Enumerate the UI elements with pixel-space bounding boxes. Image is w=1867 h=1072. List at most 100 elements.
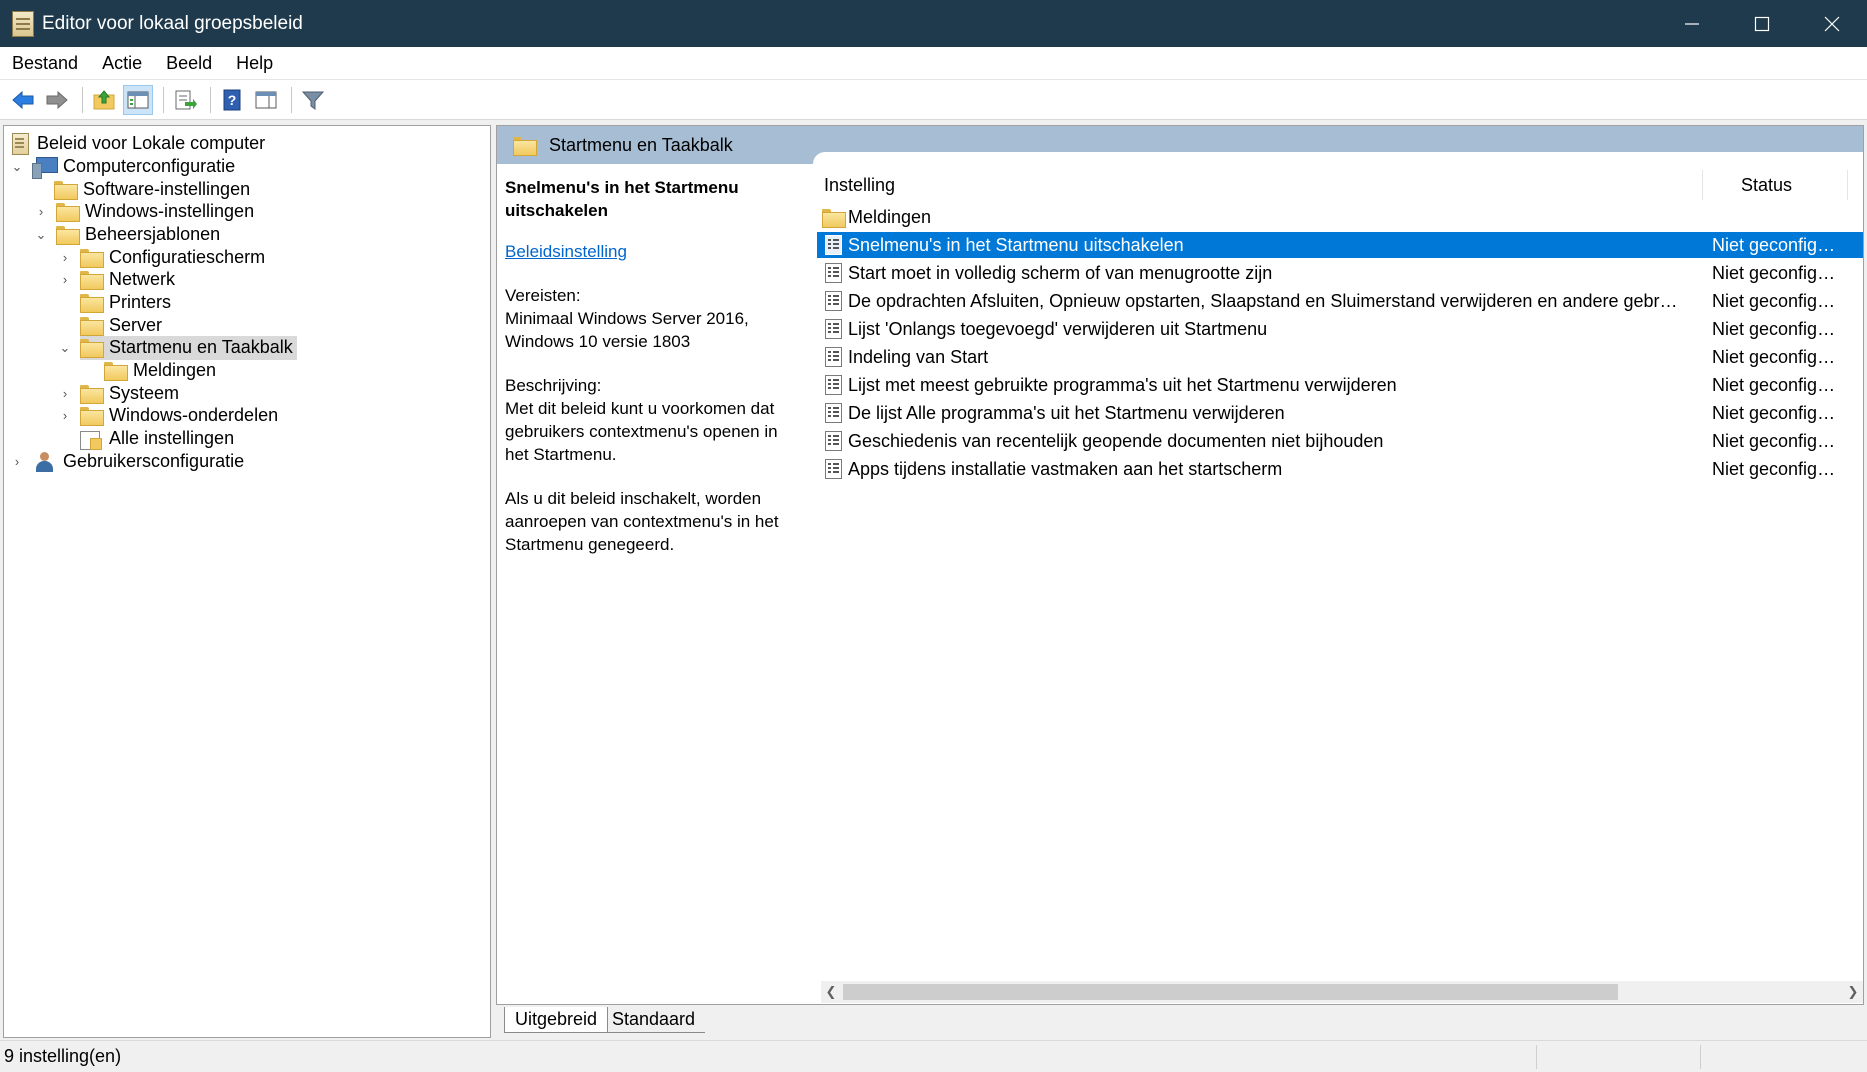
status-divider [1700,1045,1701,1069]
console-tree: Beleid voor Lokale computer ⌄ Computerco… [3,125,491,1038]
toolbar-separator [82,86,83,113]
policy-settings-link[interactable]: Beleidsinstelling [505,240,805,263]
list-item-setting[interactable]: Apps tijdens installatie vastmaken aan h… [817,456,1863,482]
column-divider[interactable] [1847,170,1848,200]
chevron-right-icon[interactable]: › [58,272,72,287]
description-text: Met dit beleid kunt u voorkomen dat gebr… [505,399,778,464]
help-button[interactable]: ? [217,85,247,115]
setting-icon [824,291,842,311]
menu-bestand[interactable]: Bestand [0,47,90,80]
tree-label: Beleid voor Lokale computer [37,133,266,153]
menu-actie[interactable]: Actie [90,47,154,80]
folder-icon [56,203,80,222]
folder-icon [104,362,128,381]
setting-icon [824,263,842,283]
forward-button[interactable] [42,85,72,115]
close-button[interactable] [1797,0,1867,47]
requirements-section: Vereisten: Minimaal Windows Server 2016,… [505,284,805,353]
toolbar-separator [163,86,164,113]
setting-icon [824,403,842,423]
tab-standaard[interactable]: Standaard [602,1007,706,1033]
tab-uitgebreid[interactable]: Uitgebreid [504,1007,609,1033]
user-icon [32,451,56,472]
folder-icon [80,407,104,426]
chevron-right-icon[interactable]: › [10,454,24,469]
column-header-setting[interactable]: Instelling [824,175,895,196]
scroll-right-arrow-icon[interactable]: ❯ [1843,981,1863,1003]
action-pane-icon [255,91,277,108]
chevron-right-icon[interactable]: › [58,408,72,423]
status-divider [1536,1045,1537,1069]
description-text-2: Als u dit beleid inschakelt, worden aanr… [505,489,779,554]
description-label: Beschrijving: [505,376,602,395]
requirements-text: Minimaal Windows Server 2016, Windows 10… [505,309,749,351]
scroll-left-arrow-icon[interactable]: ❮ [821,981,841,1003]
header-curve [813,152,1863,164]
folder-open-icon [56,226,80,245]
toolbar: ? [0,80,1867,120]
window-title: Editor voor lokaal groepsbeleid [42,12,303,34]
minimize-icon [1685,22,1699,25]
list-item-setting[interactable]: Geschiedenis van recentelijk geopende do… [817,428,1863,454]
policy-icon [10,132,30,155]
folder-open-icon [80,339,104,358]
column-header-status[interactable]: Status [1741,175,1792,196]
setting-icon [824,347,842,367]
chevron-right-icon[interactable]: › [58,386,72,401]
requirements-label: Vereisten: [505,286,581,305]
list-item-setting[interactable]: De opdrachten Afsluiten, Opnieuw opstart… [817,288,1863,314]
setting-icon [824,319,842,339]
description-section: Beschrijving: Met dit beleid kunt u voor… [505,374,805,466]
tree-item-gebruikersconfiguratie[interactable]: › Gebruikersconfiguratie [10,448,244,475]
chevron-right-icon[interactable]: › [58,250,72,265]
list-item-setting[interactable]: Lijst 'Onlangs toegevoegd' verwijderen u… [817,316,1863,342]
minimize-button[interactable] [1657,0,1727,47]
maximize-button[interactable] [1727,0,1797,47]
chevron-down-icon[interactable]: ⌄ [58,340,72,355]
status-bar: 9 instelling(en) [0,1040,1867,1072]
folder-up-icon [93,89,115,109]
back-button[interactable] [8,85,38,115]
maximize-icon [1754,16,1770,31]
horizontal-scrollbar[interactable]: ❮ ❯ [821,981,1863,1003]
show-hide-tree-button[interactable] [123,84,153,115]
details-header: Startmenu en Taakbalk [497,126,1863,164]
computer-icon [32,156,58,179]
folder-icon [80,317,104,336]
status-text: 9 instelling(en) [4,1046,122,1066]
extended-description: Snelmenu's in het Startmenu uitschakelen… [505,176,805,556]
arrow-right-icon [46,90,68,109]
chevron-down-icon[interactable]: ⌄ [10,159,24,174]
selected-node: Startmenu en Taakbalk [80,335,297,360]
list-item-setting[interactable]: Snelmenu's in het Startmenu uitschakelen… [817,232,1863,258]
folder-icon [80,249,104,268]
up-one-level-button[interactable] [89,85,119,115]
menu-help[interactable]: Help [224,47,285,80]
menu-beeld[interactable]: Beeld [154,47,224,80]
list-item-setting[interactable]: Indeling van Start Niet geconfigu... [817,344,1863,370]
chevron-down-icon[interactable]: ⌄ [34,227,48,242]
list-item-setting[interactable]: Lijst met meest gebruikte programma's ui… [817,372,1863,398]
chevron-right-icon[interactable]: › [34,204,48,219]
export-list-button[interactable] [170,85,200,115]
column-divider[interactable] [1702,170,1703,200]
folder-icon [822,208,846,228]
window-controls [1657,0,1867,47]
title-bar: Editor voor lokaal groepsbeleid [0,0,1867,47]
show-hide-action-pane-button[interactable] [251,85,281,115]
list-item-folder[interactable]: Meldingen [817,204,1863,230]
filter-button[interactable] [298,85,328,115]
details-pane: Startmenu en Taakbalk Snelmenu's in het … [496,125,1864,1005]
list-item-setting[interactable]: Start moet in volledig scherm of van men… [817,260,1863,286]
folder-icon [54,181,78,200]
folder-icon [513,136,537,156]
folder-icon [80,271,104,290]
folder-icon [80,294,104,313]
scrollbar-thumb[interactable] [843,984,1618,1000]
setting-icon [824,375,842,395]
setting-icon [824,459,842,479]
policy-title: Snelmenu's in het Startmenu uitschakelen [505,178,739,220]
details-header-title: Startmenu en Taakbalk [549,134,733,155]
list-item-setting[interactable]: De lijst Alle programma's uit het Startm… [817,400,1863,426]
menu-bar: Bestand Actie Beeld Help [0,47,1867,80]
